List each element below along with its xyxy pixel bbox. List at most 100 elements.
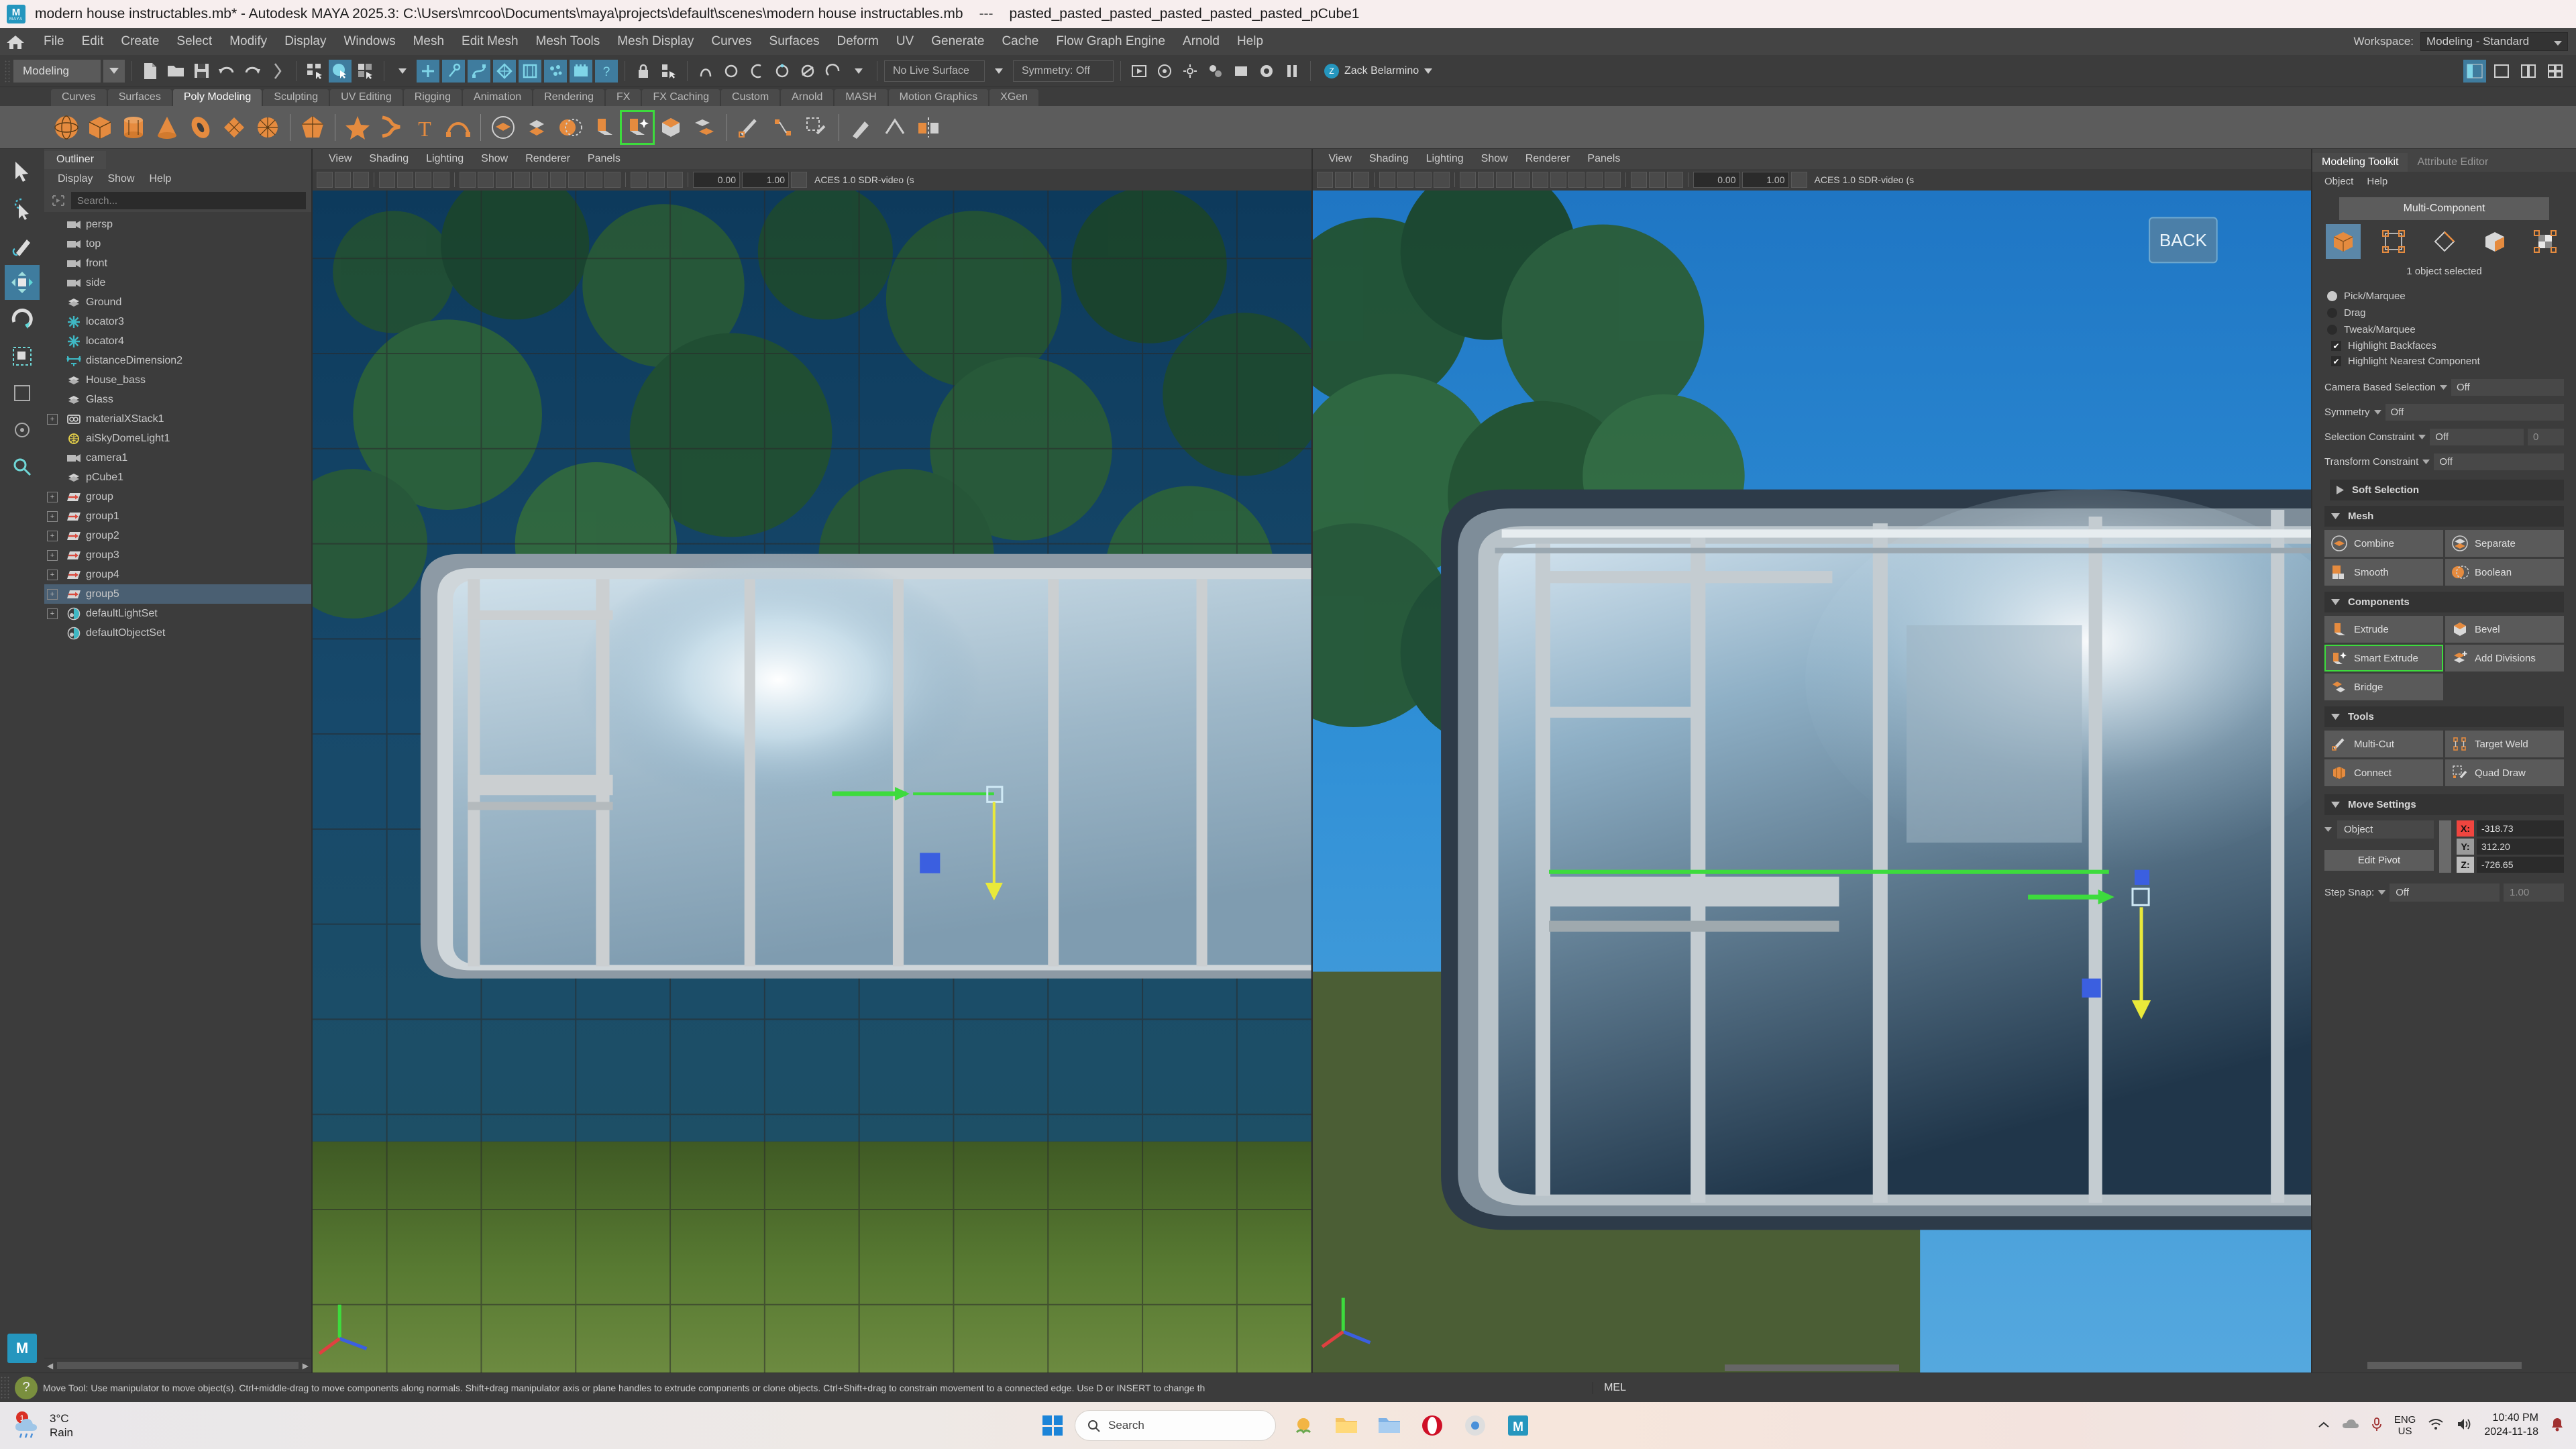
outliner-item-pcube1[interactable]: pCube1 xyxy=(44,468,311,487)
shelf-tab-arnold[interactable]: Arnold xyxy=(781,89,834,106)
shelf-tab-xgen[interactable]: XGen xyxy=(989,89,1039,106)
outliner-menu-help[interactable]: Help xyxy=(143,173,178,185)
shelf-tab-surfaces[interactable]: Surfaces xyxy=(107,89,172,106)
outliner-item-aiskydomelight1[interactable]: aiSkyDomeLight1 xyxy=(44,429,311,448)
vpr-menu-view[interactable]: View xyxy=(1321,153,1360,165)
vpl-xray-active-icon[interactable] xyxy=(667,172,683,188)
menu-generate[interactable]: Generate xyxy=(922,34,993,49)
outliner-item-distancedimension2[interactable]: distanceDimension2 xyxy=(44,351,311,370)
separate-shelf-icon[interactable] xyxy=(521,112,552,143)
cloud-icon[interactable] xyxy=(2342,1418,2359,1433)
menu-mesh-display[interactable]: Mesh Display xyxy=(608,34,702,49)
last-tool-icon[interactable] xyxy=(5,376,40,411)
outliner-item-group5[interactable]: + group5 xyxy=(44,584,311,604)
poly-helix-icon[interactable] xyxy=(376,112,407,143)
vpl-menu-view[interactable]: View xyxy=(321,153,360,165)
radio-tweak-marquee[interactable]: Tweak/Marquee xyxy=(2322,321,2567,338)
vpl-aa-icon[interactable] xyxy=(604,172,621,188)
move-space-dropdown[interactable]: Object xyxy=(2337,820,2434,839)
magnify-tool-icon[interactable] xyxy=(5,449,40,484)
expand-toggle-icon[interactable]: + xyxy=(47,569,58,580)
menu-display[interactable]: Display xyxy=(276,34,335,49)
outliner-item-group4[interactable]: + group4 xyxy=(44,565,311,584)
button-combine[interactable]: Combine xyxy=(2324,530,2443,557)
smart-extrude-shelf-icon[interactable] xyxy=(620,109,655,145)
snap-projected-icon[interactable] xyxy=(745,60,768,83)
quad-draw-shelf-icon[interactable] xyxy=(801,112,832,143)
rp-menu-object[interactable]: Object xyxy=(2319,176,2359,187)
section-tools[interactable]: Tools xyxy=(2324,706,2564,727)
select-component-icon[interactable] xyxy=(354,60,377,83)
ipr-render-icon[interactable] xyxy=(1153,60,1176,83)
symmetry-field[interactable]: Symmetry: Off xyxy=(1013,60,1114,82)
poly-cone-icon[interactable] xyxy=(152,112,182,143)
radio-drag[interactable]: Drag xyxy=(2322,305,2567,321)
outliner-menu-show[interactable]: Show xyxy=(101,173,141,185)
poly-svg-icon[interactable] xyxy=(443,112,474,143)
vpl-color-management-icon[interactable] xyxy=(791,172,807,188)
vpr-camera-attributes-icon[interactable] xyxy=(1352,172,1369,188)
scroll-left-icon[interactable]: ◀ xyxy=(47,1361,53,1371)
button-bevel[interactable]: Bevel xyxy=(2445,616,2564,643)
menu-uv[interactable]: UV xyxy=(888,34,922,49)
shelf-tab-sculpting[interactable]: Sculpting xyxy=(263,89,329,106)
mask-dynamics-icon[interactable] xyxy=(544,59,567,83)
outliner-search-input[interactable]: Search... xyxy=(71,192,306,209)
viewport-right-canvas[interactable]: BACK xyxy=(1312,191,2311,1373)
bevel-shelf-icon[interactable] xyxy=(655,112,686,143)
vpl-lighting-icon[interactable] xyxy=(532,172,548,188)
redo-icon[interactable] xyxy=(241,60,264,83)
vpl-wireframe-icon[interactable] xyxy=(460,172,476,188)
button-quad-draw[interactable]: Quad Draw xyxy=(2445,759,2564,786)
workspace-layout-icon[interactable] xyxy=(2463,59,2486,83)
shelf-tab-motion-graphics[interactable]: Motion Graphics xyxy=(888,89,989,106)
checkbox-highlight-backfaces[interactable]: ✔ Highlight Backfaces xyxy=(2322,338,2567,354)
menu-deform[interactable]: Deform xyxy=(828,34,888,49)
opera-icon[interactable] xyxy=(1417,1410,1448,1441)
expand-toggle-icon[interactable]: + xyxy=(47,549,58,561)
bridge-shelf-icon[interactable] xyxy=(689,112,720,143)
scale-tool-icon[interactable] xyxy=(5,339,40,374)
poly-cube-icon[interactable] xyxy=(85,112,115,143)
button-boolean[interactable]: Boolean xyxy=(2445,559,2564,586)
tab-modeling-toolkit[interactable]: Modeling Toolkit xyxy=(2312,153,2408,172)
button-connect[interactable]: Connect xyxy=(2324,759,2443,786)
vpr-wireframe-icon[interactable] xyxy=(1459,172,1476,188)
live-surface-field[interactable]: No Live Surface xyxy=(884,60,985,82)
outliner-item-front[interactable]: front xyxy=(44,254,311,273)
vertex-mode-icon[interactable] xyxy=(2376,224,2411,259)
filter-icon[interactable] xyxy=(50,193,67,208)
mask-rendering-icon[interactable] xyxy=(570,59,592,83)
show-manipulator-tool-icon[interactable] xyxy=(5,413,40,447)
render-settings-icon[interactable] xyxy=(1179,60,1201,83)
maya-taskbar-icon[interactable]: M xyxy=(1503,1410,1534,1441)
vpr-lock-camera-icon[interactable] xyxy=(1334,172,1351,188)
menu-arnold[interactable]: Arnold xyxy=(1174,34,1228,49)
mask-curves-icon[interactable] xyxy=(468,59,490,83)
booleans-shelf-icon[interactable] xyxy=(555,112,586,143)
undo-icon[interactable] xyxy=(215,60,238,83)
mel-command-input[interactable] xyxy=(1637,1373,2576,1403)
vpl-gamma-field[interactable]: 1.00 xyxy=(742,172,789,188)
select-object-icon[interactable] xyxy=(329,59,352,83)
outliner-menu-display[interactable]: Display xyxy=(51,173,99,185)
radio-pick-marquee[interactable]: Pick/Marquee xyxy=(2322,288,2567,305)
shelf-tab-animation[interactable]: Animation xyxy=(463,89,533,106)
axis-x-value[interactable]: -318.73 xyxy=(2477,820,2564,837)
vpr-film-gate-icon[interactable] xyxy=(1397,172,1413,188)
folder-icon[interactable] xyxy=(1374,1410,1405,1441)
edge-mode-icon[interactable] xyxy=(2427,224,2462,259)
help-icon[interactable]: ? xyxy=(15,1376,38,1399)
render-view-icon[interactable] xyxy=(1230,60,1252,83)
menuset-dropdown[interactable]: Modeling xyxy=(13,59,101,83)
file-explorer-icon[interactable] xyxy=(1331,1410,1362,1441)
taskbar-search-box[interactable]: Search xyxy=(1075,1410,1276,1441)
select-hierarchy-icon[interactable] xyxy=(303,60,326,83)
panel-two-icon[interactable] xyxy=(2517,60,2540,83)
menu-mesh-tools[interactable]: Mesh Tools xyxy=(527,34,609,49)
step-snap-value[interactable]: Off xyxy=(2390,883,2500,902)
weather-taskbar-icon[interactable] xyxy=(1288,1410,1319,1441)
vpr-menu-shading[interactable]: Shading xyxy=(1361,153,1417,165)
outliner-item-side[interactable]: side xyxy=(44,273,311,292)
expand-toggle-icon[interactable]: + xyxy=(47,413,58,425)
